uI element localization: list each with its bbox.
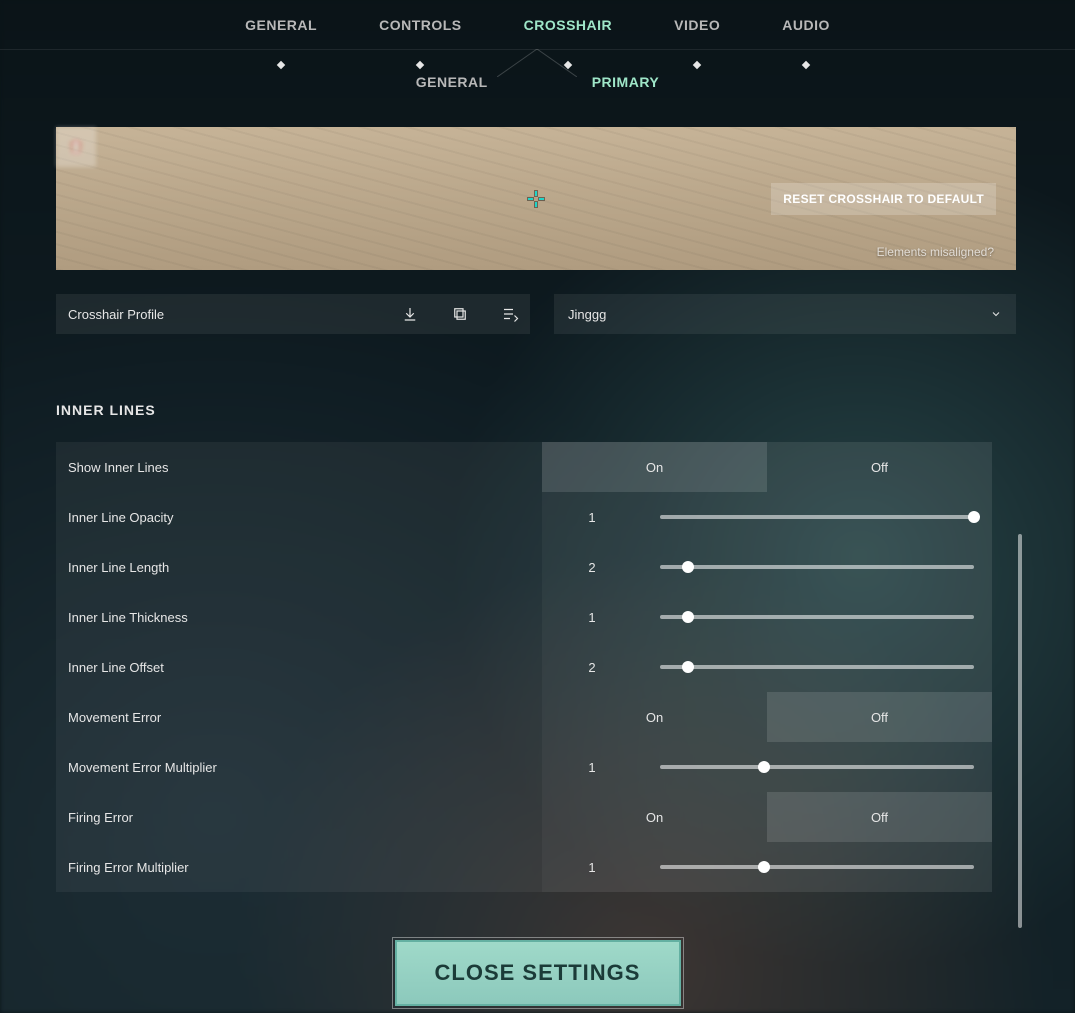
- row-firing-error: Firing Error On Off: [56, 792, 992, 842]
- toggle-movement-on[interactable]: On: [542, 692, 767, 742]
- slider-thickness[interactable]: [660, 615, 974, 619]
- tab-audio[interactable]: AUDIO: [782, 17, 830, 33]
- upload-icon: [67, 138, 85, 156]
- label-length: Inner Line Length: [56, 542, 542, 592]
- label-thickness: Inner Line Thickness: [56, 592, 542, 642]
- copy-profile-button[interactable]: [440, 294, 480, 334]
- scrollbar-thumb[interactable]: [1018, 534, 1022, 928]
- tab-video[interactable]: VIDEO: [674, 17, 720, 33]
- slider-thumb[interactable]: [968, 511, 980, 523]
- sub-tabs: GENERAL PRIMARY: [0, 62, 1075, 102]
- label-movement-error: Movement Error: [56, 692, 542, 742]
- toggle-movement-off[interactable]: Off: [767, 692, 992, 742]
- row-offset: Inner Line Offset 2: [56, 642, 992, 692]
- subtab-general[interactable]: GENERAL: [416, 74, 488, 90]
- slider-opacity[interactable]: [660, 515, 974, 519]
- profile-bar: Crosshair Profile Jinggg: [56, 294, 1016, 334]
- reset-crosshair-button[interactable]: RESET CROSSHAIR TO DEFAULT: [771, 183, 996, 215]
- section-title: INNER LINES: [56, 402, 1016, 418]
- label-show-inner-lines: Show Inner Lines: [56, 442, 542, 492]
- label-firing-mult: Firing Error Multiplier: [56, 842, 542, 892]
- profile-dropdown[interactable]: Jinggg: [554, 294, 1016, 334]
- misaligned-link[interactable]: Elements misaligned?: [877, 245, 994, 259]
- crosshair-preview: RESET CROSSHAIR TO DEFAULT Elements misa…: [56, 127, 1016, 270]
- row-opacity: Inner Line Opacity 1: [56, 492, 992, 542]
- row-thickness: Inner Line Thickness 1: [56, 592, 992, 642]
- subtab-primary-label: PRIMARY: [592, 74, 660, 90]
- export-profile-button[interactable]: [56, 127, 96, 167]
- tab-crosshair[interactable]: CROSSHAIR: [524, 17, 613, 33]
- row-movement-error: Movement Error On Off: [56, 692, 992, 742]
- value-length[interactable]: 2: [542, 542, 642, 592]
- value-offset[interactable]: 2: [542, 642, 642, 692]
- slider-firing-mult[interactable]: [660, 865, 974, 869]
- toggle-firing-on[interactable]: On: [542, 792, 767, 842]
- tab-general-label: GENERAL: [245, 17, 317, 33]
- slider-offset[interactable]: [660, 665, 974, 669]
- edit-profile-button[interactable]: [490, 294, 530, 334]
- toggle-show-off[interactable]: Off: [767, 442, 992, 492]
- slider-thumb[interactable]: [758, 861, 770, 873]
- value-movement-mult[interactable]: 1: [542, 742, 642, 792]
- slider-thumb[interactable]: [682, 561, 694, 573]
- settings-list: Show Inner Lines On Off Inner Line Opaci…: [56, 442, 992, 892]
- main-tabs: GENERAL CONTROLS CROSSHAIR VIDEO AUDIO: [0, 0, 1075, 50]
- tab-crosshair-label: CROSSHAIR: [524, 17, 613, 33]
- row-show-inner-lines: Show Inner Lines On Off: [56, 442, 992, 492]
- row-firing-mult: Firing Error Multiplier 1: [56, 842, 992, 892]
- tab-audio-label: AUDIO: [782, 17, 830, 33]
- import-profile-button[interactable]: [390, 294, 430, 334]
- slider-length[interactable]: [660, 565, 974, 569]
- tab-controls[interactable]: CONTROLS: [379, 17, 462, 33]
- tab-video-label: VIDEO: [674, 17, 720, 33]
- slider-thumb[interactable]: [682, 611, 694, 623]
- subtab-general-label: GENERAL: [416, 74, 488, 90]
- copy-icon: [451, 305, 469, 323]
- label-offset: Inner Line Offset: [56, 642, 542, 692]
- label-opacity: Inner Line Opacity: [56, 492, 542, 542]
- subtab-primary[interactable]: PRIMARY: [592, 74, 660, 90]
- profile-label: Crosshair Profile: [68, 307, 164, 322]
- toggle-show-on[interactable]: On: [542, 442, 767, 492]
- label-movement-mult: Movement Error Multiplier: [56, 742, 542, 792]
- slider-thumb[interactable]: [758, 761, 770, 773]
- tab-general[interactable]: GENERAL: [245, 17, 317, 33]
- value-firing-mult[interactable]: 1: [542, 842, 642, 892]
- value-opacity[interactable]: 1: [542, 492, 642, 542]
- download-icon: [401, 305, 419, 323]
- slider-thumb[interactable]: [682, 661, 694, 673]
- label-firing-error: Firing Error: [56, 792, 542, 842]
- profile-selected: Jinggg: [568, 307, 606, 322]
- profile-label-area: Crosshair Profile: [56, 294, 530, 334]
- content: RESET CROSSHAIR TO DEFAULT Elements misa…: [56, 127, 1016, 892]
- row-movement-mult: Movement Error Multiplier 1: [56, 742, 992, 792]
- value-thickness[interactable]: 1: [542, 592, 642, 642]
- close-settings-button[interactable]: CLOSE SETTINGS: [395, 940, 681, 1006]
- tab-controls-label: CONTROLS: [379, 17, 462, 33]
- row-length: Inner Line Length 2: [56, 542, 992, 592]
- toggle-firing-off[interactable]: Off: [767, 792, 992, 842]
- edit-list-icon: [501, 305, 519, 323]
- chevron-down-icon: [990, 308, 1002, 320]
- slider-movement-mult[interactable]: [660, 765, 974, 769]
